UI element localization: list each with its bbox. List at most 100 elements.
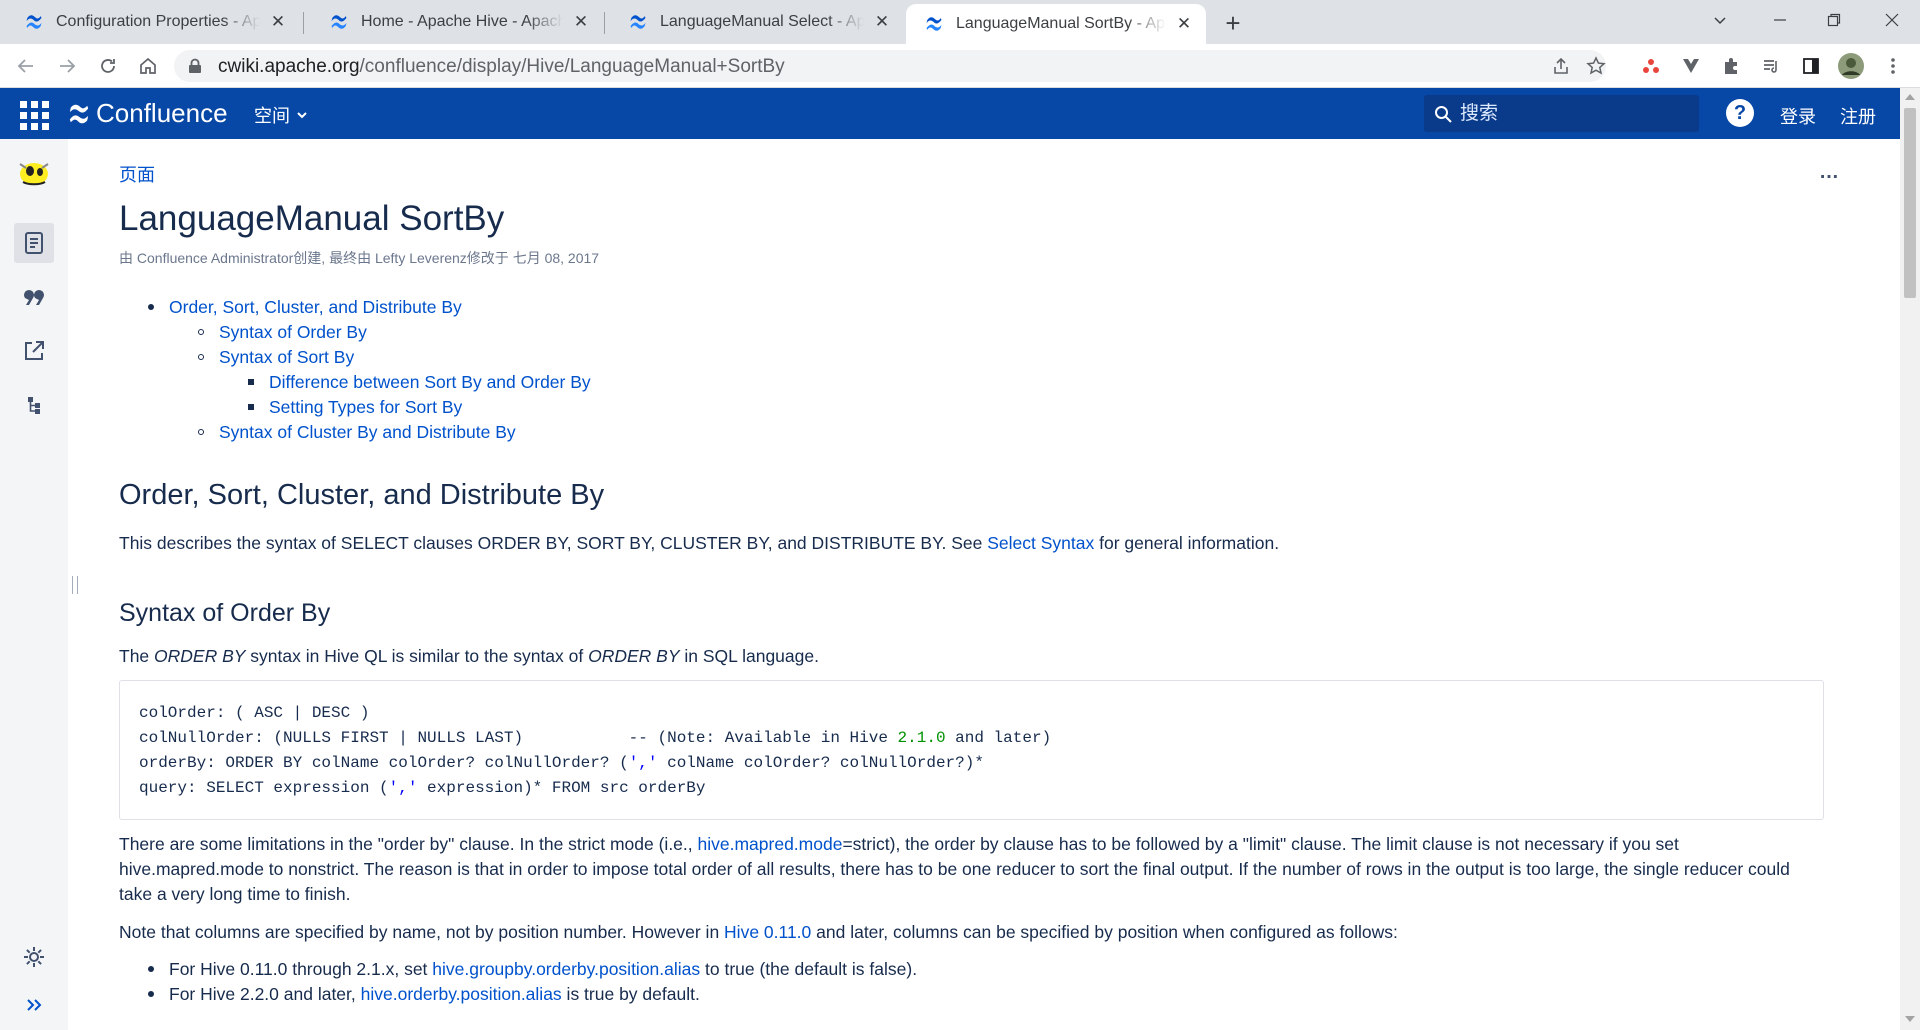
groupby-orderby-position-alias-link[interactable]: hive.groupby.orderby.position.alias	[432, 959, 700, 979]
extensions-puzzle-icon[interactable]	[1720, 55, 1742, 77]
heading-syntax-of-order-by: Syntax of Order By	[119, 599, 331, 627]
toc-item[interactable]: Setting Types for Sort By	[248, 395, 462, 420]
sidebar-blog-quote-icon[interactable]	[14, 277, 54, 317]
browser-tab-languagemanual-sortby[interactable]: LanguageManual SortBy - Apache Hive - Ap…	[906, 4, 1206, 44]
tab-title: Configuration Properties - Apache Hive -…	[56, 13, 260, 30]
toc-bullet	[248, 404, 254, 410]
scroll-up-arrow-icon[interactable]	[1905, 94, 1915, 100]
list-bullet	[148, 966, 154, 972]
new-tab-button[interactable]: +	[1218, 8, 1248, 38]
tab-close-icon[interactable]: ✕	[268, 12, 288, 32]
home-icon[interactable]	[136, 54, 160, 78]
toc-bullet	[198, 354, 204, 360]
scroll-down-arrow-icon[interactable]	[1905, 1016, 1915, 1022]
toc-bullet	[148, 304, 154, 310]
reload-icon[interactable]	[96, 54, 120, 78]
confluence-logo-icon	[69, 104, 89, 123]
browser-tab-home[interactable]: Home - Apache Hive - Apache Software Fou…	[305, 0, 603, 44]
list-item: For Hive 0.11.0 through 2.1.x, set hive.…	[148, 957, 917, 982]
toc-bullet	[198, 329, 204, 335]
back-arrow-icon[interactable]	[14, 54, 38, 78]
confluence-favicon-icon	[926, 17, 942, 31]
toc-item[interactable]: Syntax of Sort By	[198, 345, 354, 370]
search-input[interactable]	[1460, 102, 1680, 125]
orderby-position-alias-link[interactable]: hive.orderby.position.alias	[361, 984, 562, 1004]
more-actions-icon[interactable]: …	[1819, 161, 1840, 184]
browser-tab-languagemanual-select[interactable]: LanguageManual Select - Apache Hive - Ap…	[604, 0, 904, 44]
tab-close-icon[interactable]: ✕	[571, 12, 591, 32]
media-queue-icon[interactable]	[1760, 55, 1782, 77]
limitations-paragraph: There are some limitations in the "order…	[119, 834, 1790, 904]
signup-link[interactable]: 注册	[1840, 103, 1876, 129]
brand-name: Confluence	[96, 98, 228, 128]
toc-item[interactable]: Syntax of Cluster By and Distribute By	[198, 420, 516, 445]
chevron-down-icon	[297, 112, 307, 119]
confluence-favicon-icon	[26, 15, 42, 29]
share-icon[interactable]	[1552, 57, 1570, 75]
page-scrollbar[interactable]	[1900, 88, 1920, 1030]
sidebar-expand-chevrons-icon[interactable]	[14, 985, 54, 1025]
search-box[interactable]	[1424, 95, 1699, 132]
order-by-paragraph: The ORDER BY syntax in Hive QL is simila…	[119, 646, 819, 666]
sidebar-pages-icon[interactable]	[14, 223, 54, 263]
tab-search-chevron-icon[interactable]	[1692, 0, 1748, 40]
lock-icon[interactable]	[188, 58, 202, 74]
extension-vue-icon[interactable]	[1680, 55, 1702, 77]
address-bar[interactable]: cwiki.apache.org/confluence/display/Hive…	[174, 50, 1606, 82]
toc-item[interactable]: Syntax of Order By	[198, 320, 367, 345]
tab-title: Home - Apache Hive - Apache Software Fou…	[361, 13, 563, 30]
minimize-icon[interactable]	[1752, 0, 1808, 40]
spaces-menu[interactable]: 空间	[254, 102, 308, 128]
forward-arrow-icon[interactable]	[55, 54, 79, 78]
list-bullet	[148, 991, 154, 997]
tab-close-icon[interactable]: ✕	[872, 12, 892, 32]
toc-bullet	[198, 429, 204, 435]
intro-paragraph: This describes the syntax of SELECT clau…	[119, 533, 1280, 553]
spaces-label: 空间	[254, 106, 290, 126]
list-item: For Hive 2.2.0 and later, hive.orderby.p…	[148, 982, 700, 1007]
browser-tab-strip: Configuration Properties - Apache Hive -…	[0, 0, 1920, 44]
space-logo-hive-icon[interactable]	[14, 153, 54, 193]
tab-close-icon[interactable]: ✕	[1174, 14, 1194, 34]
hive-mapred-mode-link[interactable]: hive.mapred.mode	[698, 834, 843, 854]
sidebar-hierarchy-icon[interactable]	[14, 385, 54, 425]
close-window-icon[interactable]	[1864, 0, 1920, 40]
breadcrumb-pages[interactable]: 页面	[119, 161, 155, 187]
sidebar-external-link-icon[interactable]	[14, 331, 54, 371]
tab-title: LanguageManual SortBy - Apache Hive - Ap…	[956, 15, 1166, 32]
side-panel-icon[interactable]	[1800, 55, 1822, 77]
sidebar-resize-handle[interactable]	[72, 576, 78, 594]
login-link[interactable]: 登录	[1780, 103, 1816, 129]
toc-bullet	[248, 379, 254, 385]
toc-item[interactable]: Difference between Sort By and Order By	[248, 370, 591, 395]
page-title: LanguageManual SortBy	[119, 199, 505, 238]
profile-avatar[interactable]	[1838, 53, 1864, 79]
browser-menu-icon[interactable]	[1882, 55, 1904, 77]
code-block-order-by[interactable]: colOrder: ( ASC | DESC ) colNullOrder: (…	[119, 680, 1824, 820]
restore-icon[interactable]	[1806, 0, 1862, 40]
toc-item[interactable]: Order, Sort, Cluster, and Distribute By	[148, 295, 462, 320]
tab-separator	[303, 12, 304, 34]
url-text[interactable]: cwiki.apache.org/confluence/display/Hive…	[218, 56, 785, 78]
scrollbar-thumb[interactable]	[1904, 108, 1916, 298]
bookmark-star-icon[interactable]	[1586, 56, 1606, 76]
select-syntax-link[interactable]: Select Syntax	[987, 533, 1094, 553]
sidebar-settings-gear-icon[interactable]	[14, 937, 54, 977]
help-icon[interactable]: ?	[1726, 99, 1754, 127]
browser-tab-configuration-properties[interactable]: Configuration Properties - Apache Hive -…	[0, 0, 300, 44]
app-switcher-grid-icon[interactable]	[20, 101, 50, 131]
confluence-favicon-icon	[331, 15, 347, 29]
hive-0-11-0-link[interactable]: Hive 0.11.0	[724, 922, 811, 942]
confluence-header: Confluence 空间 ? 登录 注册	[0, 88, 1900, 139]
search-icon	[1435, 105, 1452, 123]
column-position-paragraph: Note that columns are specified by name,…	[119, 922, 1398, 942]
page-metadata: 由 Confluence Administrator创建, 最终由 Lefty …	[119, 250, 600, 266]
confluence-logo[interactable]: Confluence	[68, 98, 228, 129]
heading-order-sort-cluster-distribute: Order, Sort, Cluster, and Distribute By	[119, 479, 605, 511]
browser-toolbar: cwiki.apache.org/confluence/display/Hive…	[0, 44, 1920, 88]
confluence-favicon-icon	[630, 15, 646, 29]
space-sidebar	[0, 139, 68, 1030]
tab-title: LanguageManual Select - Apache Hive - Ap…	[660, 13, 864, 30]
url-path: /confluence/display/Hive/LanguageManual+…	[359, 56, 785, 77]
extension-red-icon[interactable]	[1640, 55, 1662, 77]
